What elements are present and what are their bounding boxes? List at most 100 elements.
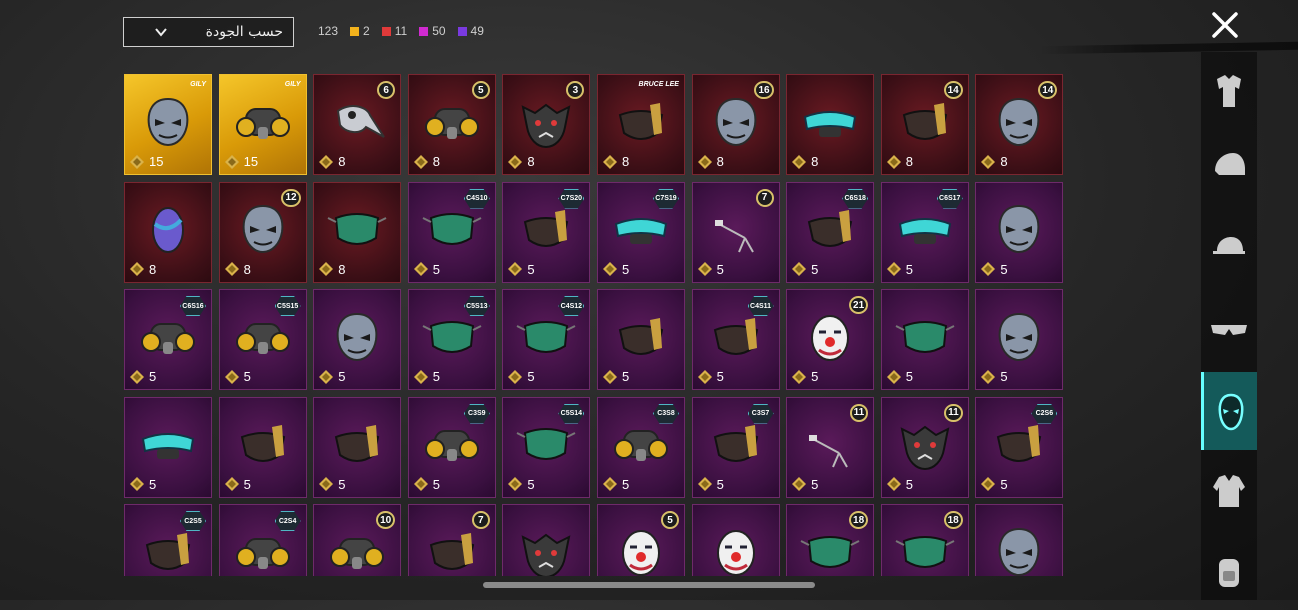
item-tile[interactable]: 38 bbox=[502, 74, 591, 175]
item-tile[interactable]: 5 bbox=[596, 504, 685, 576]
item-tile[interactable]: C3S8 5 bbox=[596, 396, 685, 498]
item-tile[interactable]: 8 bbox=[786, 74, 875, 175]
item-tile[interactable]: C5S13 5 bbox=[407, 289, 496, 390]
sort-dropdown[interactable]: حسب الجودة bbox=[123, 17, 294, 47]
tab-mask[interactable] bbox=[1201, 372, 1257, 450]
item-tile[interactable] bbox=[975, 504, 1064, 576]
close-icon[interactable] bbox=[1209, 9, 1241, 41]
item-tile[interactable]: 8 bbox=[124, 181, 212, 283]
tab-jacket[interactable] bbox=[1201, 452, 1257, 530]
item-tile[interactable]: C6S17 5 bbox=[880, 181, 969, 283]
egg-icon bbox=[152, 207, 184, 254]
tab-backpack[interactable] bbox=[1201, 532, 1257, 610]
item-tile[interactable]: C2S6 5 bbox=[975, 396, 1064, 498]
item-tile[interactable]: 5 bbox=[975, 289, 1064, 390]
coin-icon bbox=[319, 262, 334, 276]
item-tile[interactable]: C6S16 5 bbox=[124, 289, 212, 390]
item-tile[interactable]: C7S20 5 bbox=[502, 181, 591, 283]
item-tile[interactable]: 5 bbox=[975, 181, 1064, 283]
level-badge: 5 bbox=[471, 81, 490, 99]
item-tile[interactable]: 5 bbox=[596, 289, 685, 390]
item-tile[interactable]: 18 bbox=[786, 504, 875, 576]
coin-icon bbox=[319, 369, 334, 384]
tab-cap[interactable] bbox=[1201, 208, 1257, 286]
mask-icon bbox=[242, 205, 283, 254]
outfit-icon bbox=[1217, 75, 1241, 107]
tab-outfit[interactable] bbox=[1201, 52, 1257, 130]
coin-icon bbox=[224, 154, 239, 169]
tab-helmet[interactable] bbox=[1201, 128, 1257, 206]
item-tile[interactable]: BRUCE LEE 8 bbox=[596, 74, 685, 175]
cap-icon bbox=[1213, 237, 1245, 254]
cloth-icon bbox=[327, 213, 387, 246]
item-tile[interactable]: C6S18 5 bbox=[786, 181, 875, 283]
item-tile[interactable] bbox=[502, 504, 591, 576]
item-tile[interactable]: 75 bbox=[691, 181, 780, 283]
horizontal-scrollbar[interactable] bbox=[483, 582, 815, 588]
coin-icon bbox=[130, 477, 144, 491]
item-tile[interactable]: C4S11 5 bbox=[691, 289, 780, 390]
item-tile[interactable]: 18 bbox=[880, 504, 969, 576]
item-qty: 5 bbox=[508, 262, 535, 277]
tab-glasses[interactable] bbox=[1201, 290, 1257, 368]
visor-icon bbox=[804, 110, 857, 137]
item-tile[interactable]: 14 8 bbox=[975, 74, 1064, 175]
brand-badge: GILY bbox=[190, 81, 206, 88]
item-tile[interactable]: 14 8 bbox=[880, 74, 969, 175]
count-red: 11 bbox=[381, 24, 407, 38]
item-tile[interactable]: 5 bbox=[313, 396, 402, 498]
item-tile[interactable]: C3S9 5 bbox=[407, 396, 496, 498]
coin-icon bbox=[319, 477, 334, 491]
visor-icon bbox=[141, 433, 195, 460]
item-tile[interactable]: GILY 15 bbox=[124, 74, 212, 175]
beast-icon bbox=[521, 103, 571, 148]
item-tile[interactable]: C7S19 5 bbox=[596, 181, 685, 283]
item-tile[interactable]: 12 8 bbox=[218, 181, 307, 283]
item-tile[interactable]: C3S7 5 bbox=[691, 396, 780, 498]
item-tile[interactable]: 16 8 bbox=[691, 74, 780, 175]
item-tile[interactable]: C2S4 bbox=[218, 504, 307, 576]
gold-swatch bbox=[350, 26, 360, 36]
item-tile[interactable]: GILY 15 bbox=[218, 74, 307, 175]
item-tile[interactable] bbox=[691, 504, 780, 576]
coin-icon bbox=[508, 477, 523, 491]
item-tile[interactable]: 5 bbox=[124, 396, 212, 498]
item-qty: 5 bbox=[981, 477, 1008, 492]
coin-icon bbox=[792, 477, 807, 491]
item-tile[interactable]: 7 bbox=[407, 504, 496, 576]
item-tile[interactable]: 5 bbox=[313, 289, 402, 390]
chevron-down-icon bbox=[155, 28, 167, 37]
item-qty: 8 bbox=[413, 154, 440, 169]
item-qty: 5 bbox=[981, 262, 1008, 277]
item-qty: 5 bbox=[792, 477, 818, 492]
item-tile[interactable]: 11 5 bbox=[880, 396, 969, 498]
item-tile[interactable]: 8 bbox=[313, 181, 402, 283]
item-tile[interactable]: C4S12 5 bbox=[502, 289, 591, 390]
item-tile[interactable]: 58 bbox=[407, 74, 496, 175]
item-tile[interactable]: C5S15 5 bbox=[218, 289, 307, 390]
level-badge: 6 bbox=[377, 81, 396, 99]
item-tile[interactable]: 5 bbox=[880, 289, 969, 390]
item-tile[interactable]: C4S10 5 bbox=[407, 181, 496, 283]
coin-icon bbox=[697, 369, 712, 384]
item-tile[interactable]: C5S14 5 bbox=[502, 396, 591, 498]
item-qty: 5 bbox=[319, 477, 345, 492]
mask-icon bbox=[715, 97, 756, 146]
brand-badge: GILY bbox=[284, 81, 301, 88]
item-tile[interactable]: 11 5 bbox=[786, 396, 875, 498]
item-qty: 8 bbox=[508, 154, 535, 169]
item-tile[interactable]: 21 5 bbox=[786, 289, 875, 390]
coin-icon bbox=[508, 154, 523, 169]
item-tile[interactable]: 5 bbox=[218, 396, 307, 498]
item-grid: GILY 15 GILY 15 6 8 5 8 3 8 BRUCE LEE 8 16 8 8 14 8 14 8 8 1… bbox=[124, 74, 1064, 576]
item-tile[interactable]: 68 bbox=[313, 74, 402, 175]
item-qty: 5 bbox=[508, 477, 535, 492]
item-tile[interactable]: C2S5 bbox=[124, 504, 212, 576]
coin-icon bbox=[224, 477, 239, 491]
level-badge: 10 bbox=[376, 511, 396, 529]
item-tile[interactable]: 10 bbox=[313, 504, 402, 576]
brand-badge: BRUCE LEE bbox=[638, 81, 679, 88]
item-qty: 8 bbox=[697, 154, 724, 169]
item-qty: 5 bbox=[319, 369, 345, 384]
level-badge: 18 bbox=[849, 511, 869, 529]
